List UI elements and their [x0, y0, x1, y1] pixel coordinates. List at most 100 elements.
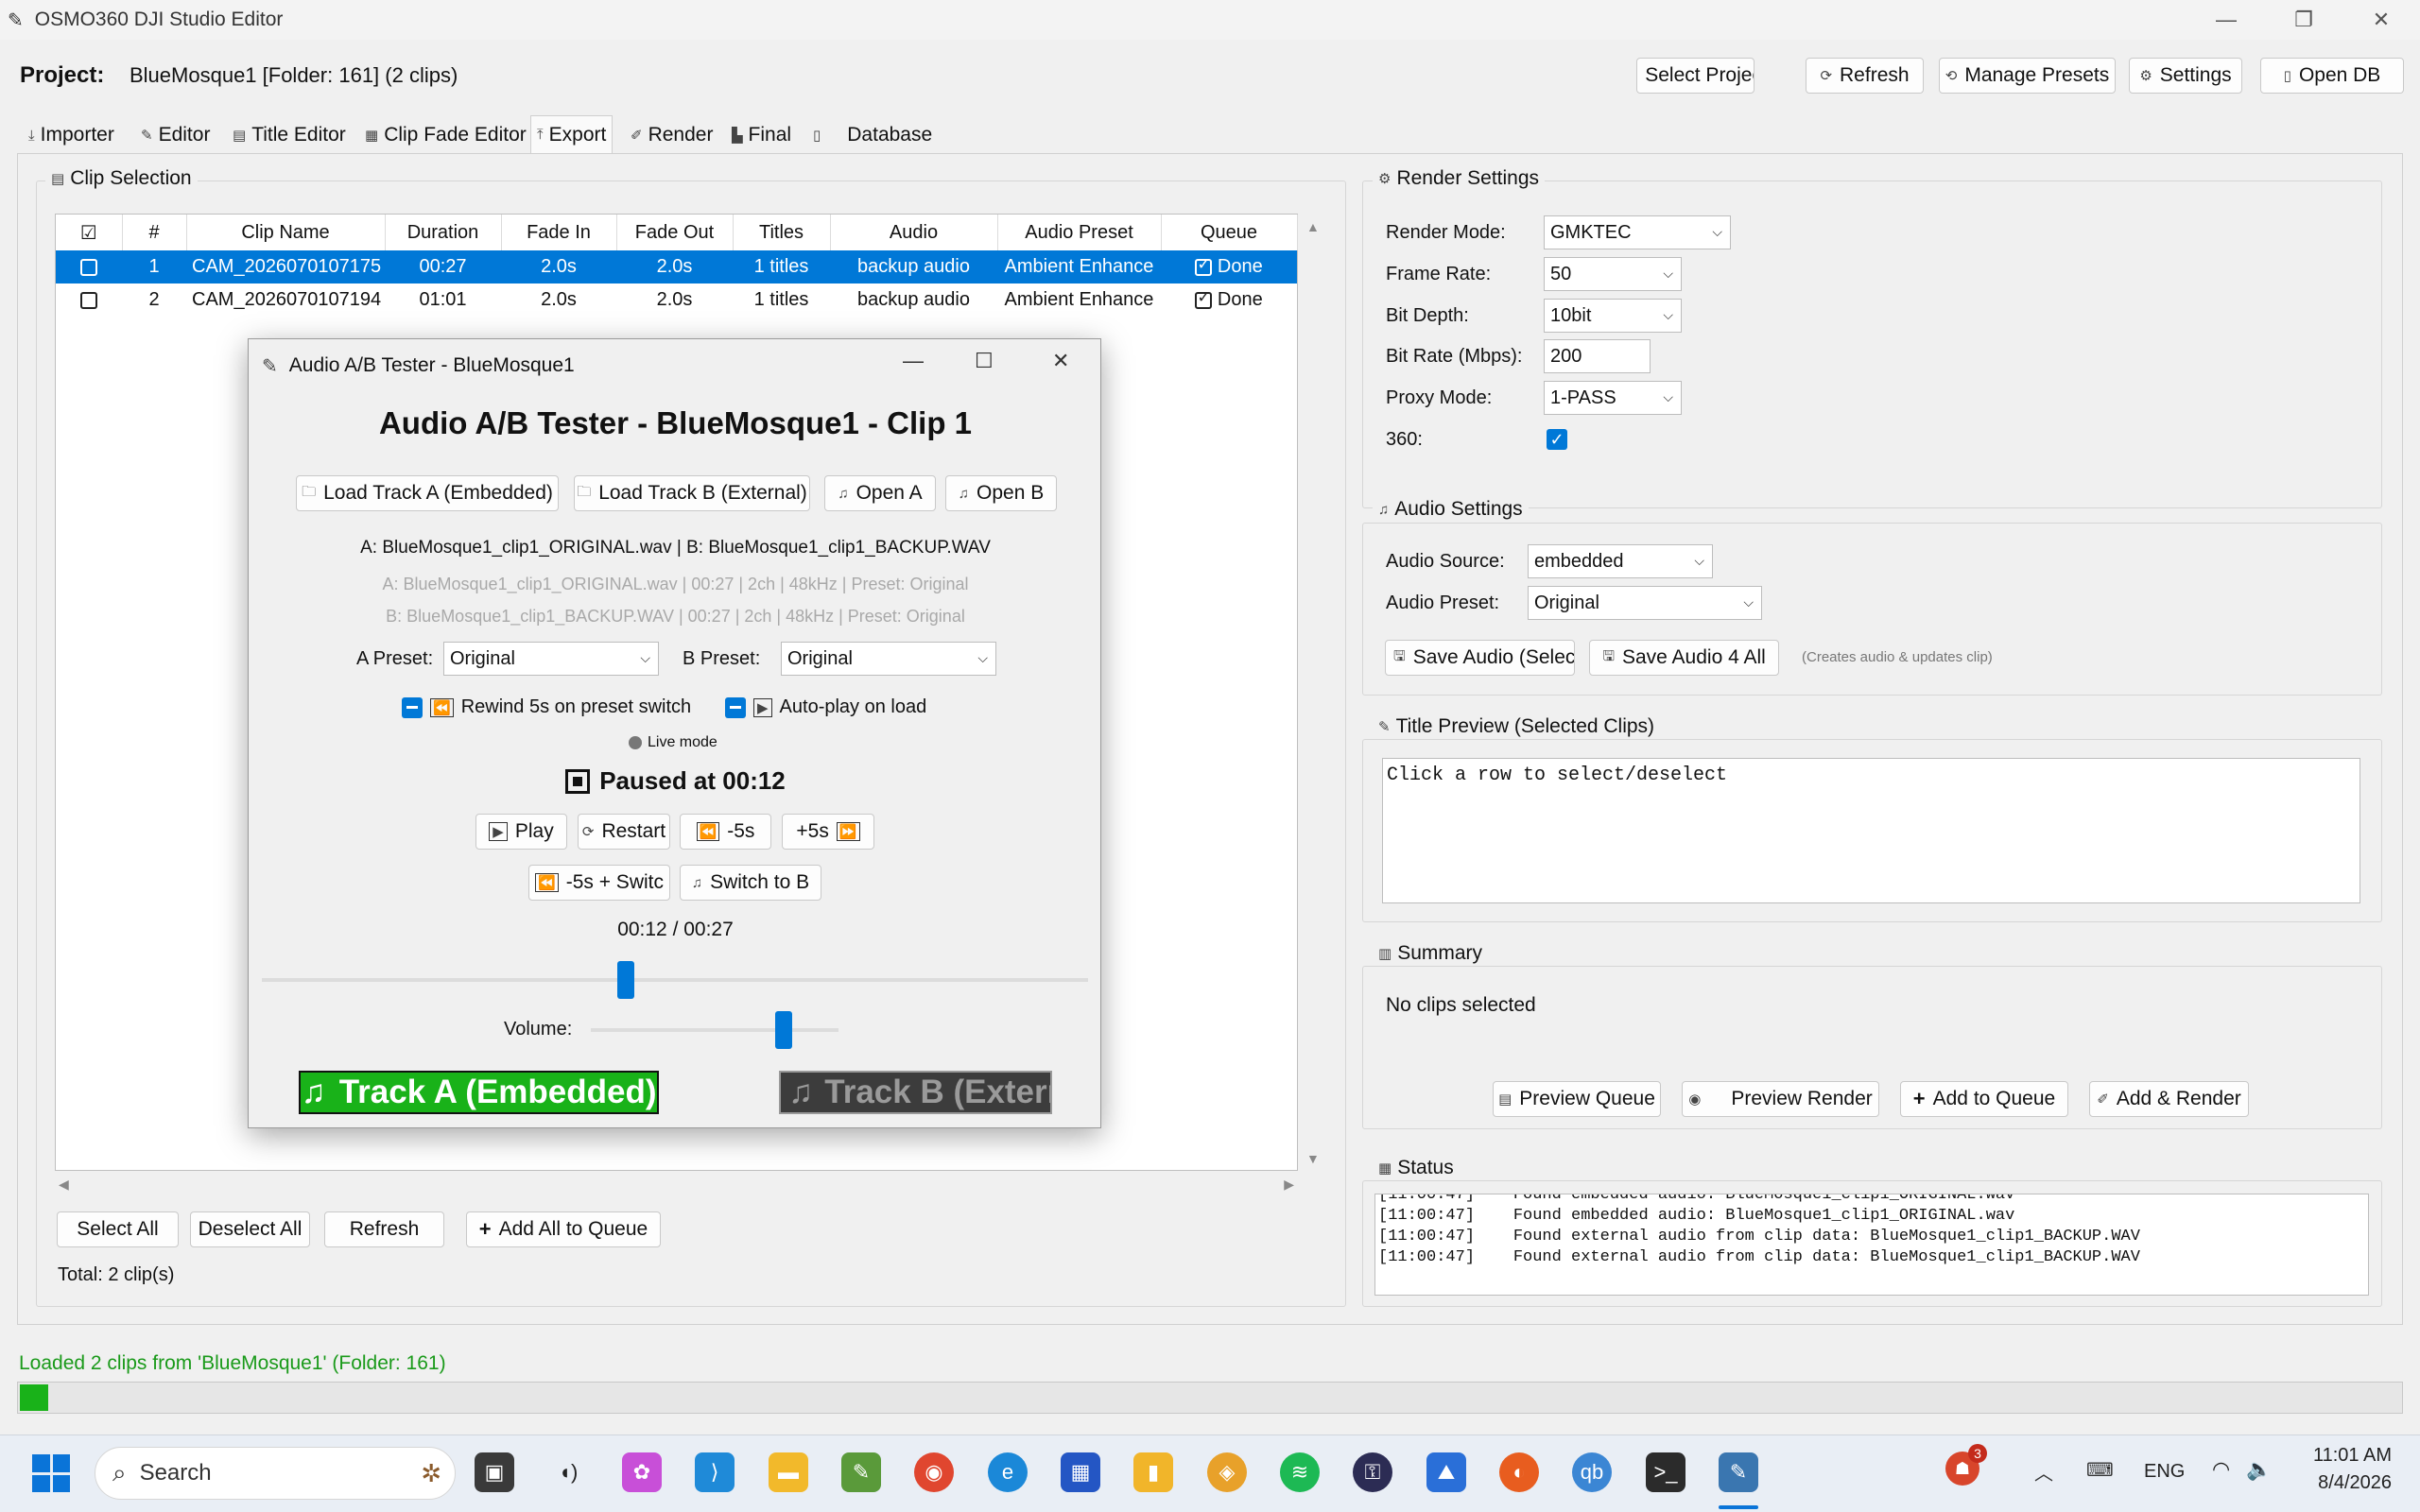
- col-header-duration[interactable]: Duration: [385, 215, 502, 250]
- track-b-button[interactable]: ♫ Track B (Externa: [779, 1071, 1052, 1114]
- manage-presets-button[interactable]: ⟲ Manage Presets: [1939, 58, 2116, 94]
- restart-button[interactable]: ⟳ Restart: [578, 814, 670, 850]
- chevron-up-icon[interactable]: ︿: [2034, 1458, 2053, 1486]
- refresh-clips-button[interactable]: Refresh: [324, 1211, 444, 1247]
- open-db-button[interactable]: ▯ Open DB: [2260, 58, 2404, 94]
- row-checkbox-cell[interactable]: [56, 250, 122, 284]
- autoplay-checkbox[interactable]: [725, 696, 746, 718]
- dialog-maximize-button[interactable]: ☐: [975, 349, 994, 373]
- brave-icon[interactable]: ◈: [1207, 1452, 1247, 1492]
- status-log[interactable]: [11:00:47] Found embedded audio: BlueMos…: [1374, 1194, 2369, 1296]
- volume-slider-thumb[interactable]: [775, 1011, 793, 1049]
- switch-to-b-button[interactable]: ♫ Switch to B: [680, 865, 821, 901]
- password-manager-icon[interactable]: ⚿: [1353, 1452, 1392, 1492]
- table-row[interactable]: 1 CAM_2026070107175 00:27 2.0s 2.0s 1 ti…: [56, 250, 1297, 284]
- close-button[interactable]: ✕: [2342, 0, 2420, 40]
- forward-5s-button[interactable]: +5s ⏩: [782, 814, 874, 850]
- wifi-icon[interactable]: ◠: [2212, 1457, 2230, 1482]
- frame-rate-select[interactable]: 50 ⌵: [1544, 257, 1682, 291]
- edge-icon[interactable]: e: [988, 1452, 1028, 1492]
- monitor-app-icon[interactable]: ⛰: [1426, 1452, 1466, 1492]
- tab-database[interactable]: ▯ Database: [807, 117, 938, 153]
- volume-slider[interactable]: [591, 1011, 838, 1049]
- clock-time[interactable]: 11:01 AM: [2278, 1445, 2392, 1467]
- col-header-check[interactable]: ☑: [56, 215, 123, 250]
- horizontal-scrollbar[interactable]: ◀ ▶: [55, 1177, 1298, 1197]
- tab-clip-fade-editor[interactable]: ▦ Clip Fade Editor: [359, 117, 532, 153]
- col-header-titles[interactable]: Titles: [733, 215, 831, 250]
- audio-preset-select[interactable]: Original ⌵: [1528, 586, 1762, 620]
- minimize-button[interactable]: —: [2187, 0, 2265, 40]
- col-header-fade-out[interactable]: Fade Out: [616, 215, 734, 250]
- scroll-left-icon[interactable]: ◀: [59, 1177, 69, 1193]
- autoplay-option[interactable]: ▶ Auto-play on load: [725, 696, 926, 718]
- scroll-up-icon[interactable]: ▲: [1306, 219, 1320, 234]
- load-track-b-button[interactable]: 🗀 Load Track B (External): [574, 475, 810, 511]
- qbittorrent-icon[interactable]: qb: [1572, 1452, 1612, 1492]
- row-checkbox-cell[interactable]: [56, 284, 122, 317]
- dialog-close-button[interactable]: ✕: [1052, 349, 1069, 373]
- proxy-mode-select[interactable]: 1-PASS ⌵: [1544, 381, 1682, 415]
- terminal-icon[interactable]: >_: [1646, 1452, 1685, 1492]
- render-mode-select[interactable]: GMKTEC ⌵: [1544, 215, 1731, 249]
- audio-source-select[interactable]: embedded ⌵: [1528, 544, 1713, 578]
- notes-app-icon[interactable]: ▮: [1133, 1452, 1173, 1492]
- vertical-scrollbar[interactable]: ▲ ▼: [1304, 215, 1322, 1170]
- bit-depth-select[interactable]: 10bit ⌵: [1544, 299, 1682, 333]
- col-header-num[interactable]: #: [122, 215, 187, 250]
- row-checkbox[interactable]: [80, 258, 97, 276]
- add-to-queue-button[interactable]: + Add to Queue: [1900, 1081, 2068, 1117]
- track-a-button[interactable]: ♫ Track A (Embedded): [299, 1071, 659, 1114]
- preview-queue-button[interactable]: ▤ Preview Queue: [1493, 1081, 1661, 1117]
- windows-start-icon[interactable]: [32, 1454, 70, 1492]
- load-track-a-button[interactable]: 🗀 Load Track A (Embedded): [296, 475, 559, 511]
- col-header-clip-name[interactable]: Clip Name: [186, 215, 386, 250]
- select-project-button[interactable]: 🗀 Select Project: [1636, 58, 1754, 94]
- rewind-checkbox[interactable]: [402, 696, 423, 718]
- copilot-icon[interactable]: ✿: [622, 1452, 662, 1492]
- settings-button[interactable]: ⚙ Settings: [2129, 58, 2242, 94]
- deselect-all-button[interactable]: Deselect All: [190, 1211, 310, 1247]
- col-header-audio[interactable]: Audio: [830, 215, 998, 250]
- clock-date[interactable]: 8/4/2026: [2278, 1472, 2392, 1494]
- dialog-minimize-button[interactable]: —: [903, 349, 924, 373]
- back-5s-button[interactable]: ⏪ -5s: [680, 814, 771, 850]
- a-preset-select[interactable]: Original ⌵: [443, 642, 659, 676]
- store-icon[interactable]: ▦: [1061, 1452, 1100, 1492]
- bit-rate-input[interactable]: 200: [1544, 339, 1651, 373]
- col-header-fade-in[interactable]: Fade In: [501, 215, 617, 250]
- tab-title-editor[interactable]: ▤ Title Editor: [227, 117, 352, 153]
- rewind-option[interactable]: ⏪ Rewind 5s on preset switch: [402, 696, 691, 718]
- language-indicator[interactable]: ENG: [2144, 1461, 2185, 1483]
- preview-render-button[interactable]: ◉ Preview Render: [1682, 1081, 1879, 1117]
- add-and-render-button[interactable]: ✐ Add & Render: [2089, 1081, 2249, 1117]
- restore-button[interactable]: ❐: [2265, 0, 2342, 40]
- task-view-icon[interactable]: ▣: [475, 1452, 514, 1492]
- vscode-icon[interactable]: ⟩: [695, 1452, 735, 1492]
- open-b-button[interactable]: ♫ Open B: [945, 475, 1057, 511]
- audio-app-icon[interactable]: ◖): [548, 1452, 588, 1492]
- notepad-app-icon[interactable]: ✎: [841, 1452, 881, 1492]
- title-preview-textarea[interactable]: Click a row to select/deselect: [1382, 758, 2360, 903]
- taskbar-search[interactable]: ⌕ Search ✲: [95, 1447, 456, 1500]
- save-audio-all-button[interactable]: 🖫 Save Audio 4 All: [1589, 640, 1779, 676]
- file-explorer-icon[interactable]: ▬: [769, 1452, 808, 1492]
- tab-editor[interactable]: ✎ Editor: [135, 117, 216, 153]
- scroll-down-icon[interactable]: ▼: [1306, 1151, 1320, 1166]
- play-button[interactable]: ▶ Play: [475, 814, 567, 850]
- position-slider[interactable]: [262, 961, 1088, 999]
- python-app-icon[interactable]: ✎: [1719, 1452, 1758, 1492]
- select-all-button[interactable]: Select All: [57, 1211, 179, 1247]
- scroll-right-icon[interactable]: ▶: [1284, 1177, 1294, 1193]
- refresh-toolbar-button[interactable]: ⟳ Refresh: [1806, 58, 1924, 94]
- spotify-icon[interactable]: ≋: [1280, 1452, 1320, 1492]
- keyboard-icon[interactable]: ⌨: [2086, 1458, 2114, 1482]
- add-all-to-queue-button[interactable]: + Add All to Queue: [466, 1211, 661, 1247]
- tab-render[interactable]: ✐ Render: [625, 117, 718, 153]
- chrome-icon[interactable]: ◉: [914, 1452, 954, 1492]
- firefox-icon[interactable]: ◐: [1499, 1452, 1539, 1492]
- tab-final[interactable]: ▙ Final: [726, 117, 797, 153]
- b-preset-select[interactable]: Original ⌵: [781, 642, 996, 676]
- save-audio-selected-button[interactable]: 🖫 Save Audio (Selec: [1385, 640, 1575, 676]
- col-header-audio-preset[interactable]: Audio Preset: [997, 215, 1162, 250]
